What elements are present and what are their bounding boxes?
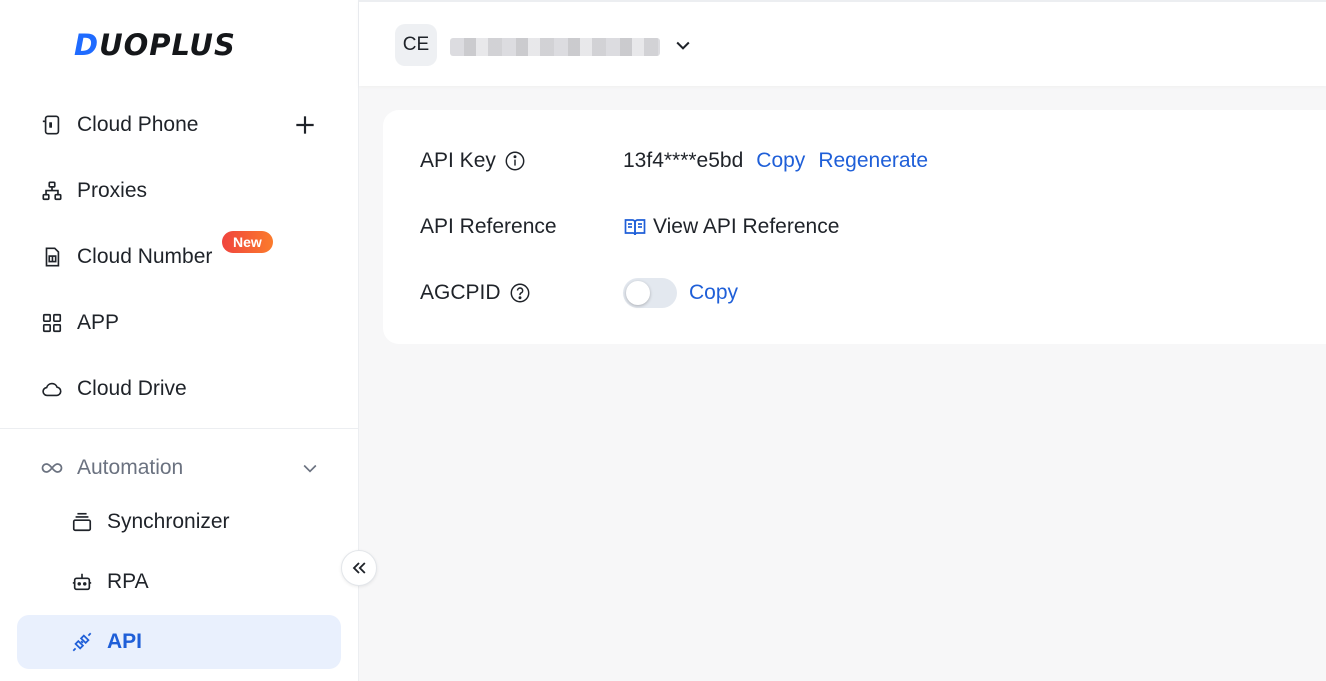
chevron-down-icon[interactable] (673, 35, 693, 55)
agcpid-label: AGCPID (420, 278, 531, 308)
sidebar-item-label: Cloud Phone (77, 113, 199, 136)
add-cloud-phone-icon[interactable] (292, 112, 318, 138)
duoplus-logo[interactable]: DUOPLUS (74, 28, 236, 62)
sidebar-item-api[interactable]: API (70, 622, 142, 662)
regenerate-api-key-button[interactable]: Regenerate (818, 149, 928, 173)
layers-icon (70, 510, 94, 534)
active-item-highlight (17, 615, 341, 669)
topbar: CE (359, 0, 1326, 86)
api-key-row: 13f4****e5bd Copy Regenerate (623, 146, 928, 176)
sidebar-item-synchronizer[interactable]: Synchronizer (70, 502, 230, 542)
plug-icon (70, 630, 94, 654)
agcpid-row: Copy (623, 278, 738, 308)
sidebar-item-label: RPA (107, 570, 149, 593)
sidebar: DUOPLUS Cloud Phone Proxies Cloud Number… (0, 0, 377, 681)
network-icon (40, 179, 64, 203)
api-reference-label: API Reference (420, 215, 557, 238)
sidebar-item-proxies[interactable]: Proxies (40, 171, 147, 211)
collapse-sidebar-button[interactable] (341, 550, 377, 586)
sidebar-item-cloud-drive[interactable]: Cloud Drive (40, 369, 187, 409)
info-icon[interactable] (504, 150, 526, 172)
sidebar-item-cloud-phone[interactable]: Cloud Phone (40, 105, 198, 145)
sidebar-item-label: Synchronizer (107, 510, 230, 533)
sidebar-item-app[interactable]: APP (40, 303, 119, 343)
infinity-icon (40, 456, 64, 480)
api-settings-card: API Key 13f4****e5bd Copy Regenerate API… (383, 110, 1326, 344)
view-api-reference-link[interactable]: View API Reference (623, 212, 839, 242)
sidebar-divider (0, 428, 359, 429)
robot-icon (70, 570, 94, 594)
account-name-redacted (450, 38, 660, 56)
sidebar-item-label: API (107, 630, 143, 653)
double-chevron-left-icon (352, 562, 366, 574)
grid-icon (40, 311, 64, 335)
avatar[interactable]: CE (395, 24, 437, 66)
api-key-label: API Key (420, 146, 526, 176)
sidebar-item-cloud-number[interactable]: Cloud Number (40, 237, 212, 277)
toggle-knob (626, 281, 650, 305)
logo-text: UOPLUS (99, 28, 236, 62)
copy-agcpid-button[interactable]: Copy (689, 281, 738, 305)
sidebar-item-rpa[interactable]: RPA (70, 562, 149, 602)
sim-card-icon (40, 245, 64, 269)
api-key-value: 13f4****e5bd (623, 149, 744, 172)
sidebar-group-label: Automation (77, 456, 184, 479)
sidebar-group-automation[interactable]: Automation (40, 448, 320, 488)
agcpid-toggle[interactable] (623, 278, 677, 308)
phone-icon (40, 113, 64, 137)
sidebar-item-label: Proxies (77, 179, 148, 202)
book-icon (624, 219, 646, 236)
sidebar-item-label: Cloud Number (77, 245, 213, 268)
sidebar-item-label: APP (77, 311, 120, 334)
logo-letter-d: D (74, 28, 100, 62)
help-icon[interactable] (509, 282, 531, 304)
new-badge: New (222, 231, 273, 253)
sidebar-item-label: Cloud Drive (77, 377, 187, 400)
chevron-down-icon[interactable] (300, 458, 320, 478)
cloud-icon (40, 377, 64, 401)
copy-api-key-button[interactable]: Copy (756, 149, 805, 173)
